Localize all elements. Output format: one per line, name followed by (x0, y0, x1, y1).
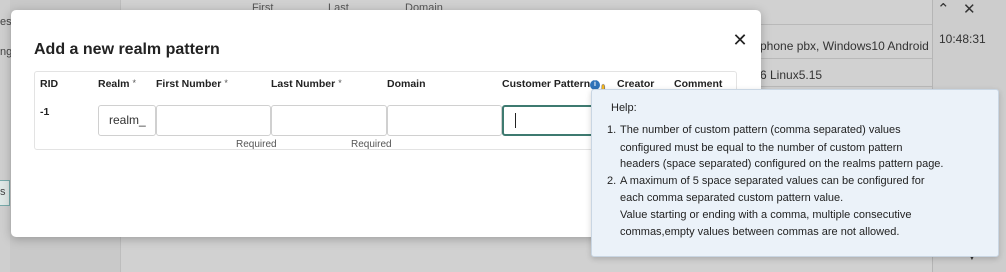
header-rid: RID (40, 78, 59, 90)
last-number-input[interactable] (271, 105, 387, 136)
customer-pattern-input[interactable] (502, 105, 596, 136)
first-number-required: Required (236, 139, 277, 150)
text-cursor (515, 113, 516, 129)
tooltip-line: Value starting or ending with a comma, m… (620, 209, 912, 221)
header-first-number: First Number * (156, 78, 228, 90)
header-last-number: Last Number * (271, 78, 342, 90)
chevron-up-icon: ⌃ (937, 1, 950, 18)
last-number-required: Required (351, 139, 392, 150)
tooltip-line: commas,empty values between commas are n… (620, 226, 900, 238)
domain-input[interactable] (387, 105, 502, 136)
close-icon: ✕ (963, 1, 976, 18)
help-tooltip: Help: 1. The number of custom pattern (c… (591, 89, 999, 257)
tooltip-item-number: 2. (607, 175, 617, 187)
background-row-text: 6 Linux5.15 (760, 68, 823, 82)
header-realm: Realm * (98, 78, 137, 90)
background-left-panel: es ng s (0, 0, 12, 272)
tooltip-title: Help: (611, 102, 637, 114)
dialog-title: Add a new realm pattern (34, 41, 220, 58)
tooltip-line: The number of custom pattern (comma sepa… (620, 124, 901, 136)
tooltip-line: A maximum of 5 space separated values ca… (620, 175, 925, 187)
tooltip-line: configured must be equal to the number o… (620, 142, 903, 154)
first-number-input[interactable] (156, 105, 271, 136)
background-row-text: phone pbx, Windows10 Android (760, 39, 929, 53)
rid-value: -1 (40, 106, 50, 118)
background-button: s (0, 180, 10, 206)
tooltip-item-number: 1. (607, 124, 617, 136)
background-time: 10:48:31 (939, 32, 986, 46)
header-domain: Domain (387, 78, 426, 90)
tooltip-line: headers (space separated) configured on … (620, 158, 944, 170)
realm-input[interactable]: realm_ (98, 105, 156, 136)
background-fragment: es (0, 16, 12, 28)
tooltip-line: each comma separated custom pattern valu… (620, 192, 844, 204)
header-customer-pattern: Customer Pattern (502, 78, 591, 90)
close-icon: ✕ (732, 30, 748, 50)
close-button[interactable]: ✕ (732, 30, 748, 50)
